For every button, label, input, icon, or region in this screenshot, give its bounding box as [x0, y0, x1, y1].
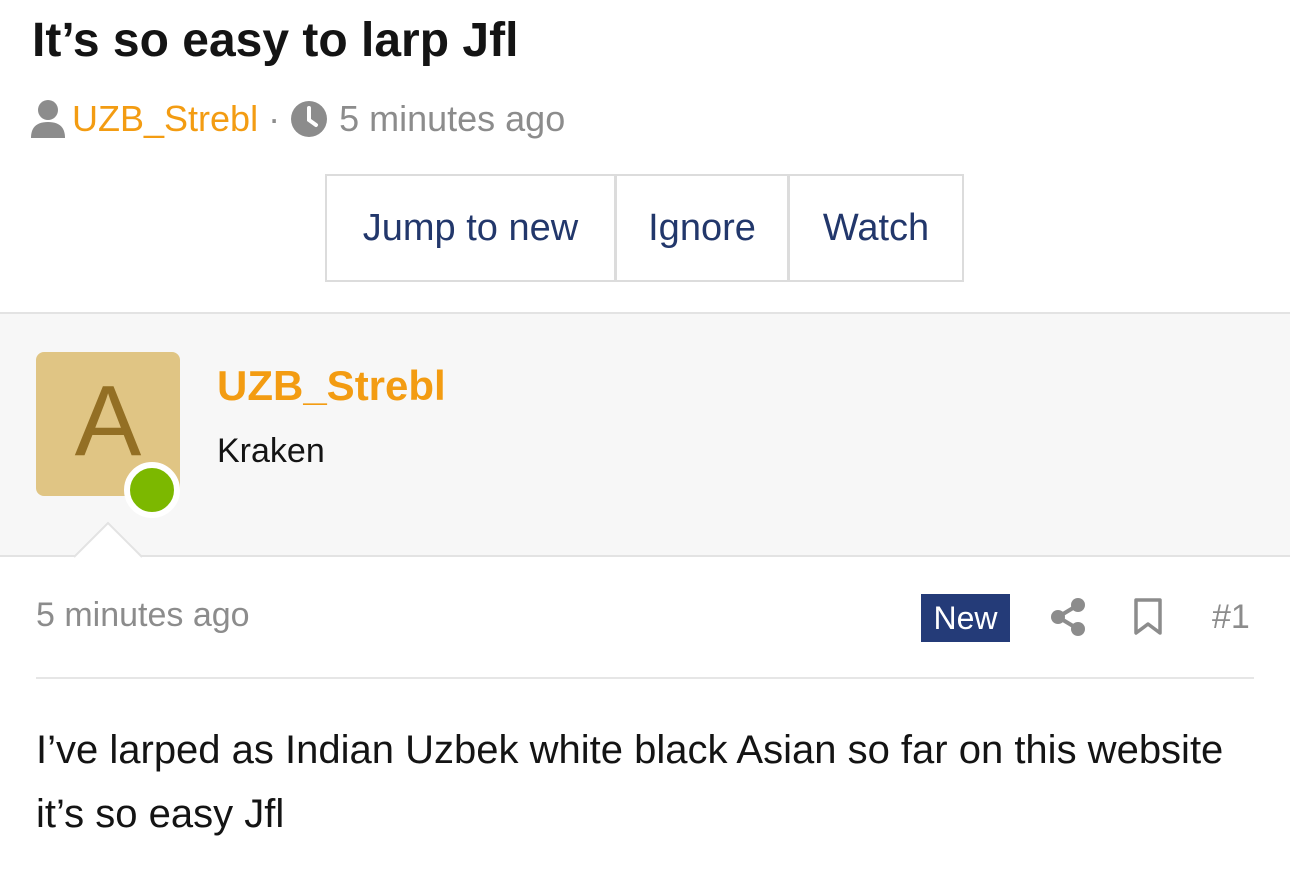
thread-page: It’s so easy to larp Jfl UZB_Strebl · 5 … — [0, 0, 1290, 880]
user-title: Kraken — [217, 432, 325, 470]
new-badge: New — [921, 594, 1010, 642]
post-time-link[interactable]: 5 minutes ago — [36, 596, 250, 635]
thread-author-link[interactable]: UZB_Strebl — [72, 98, 258, 140]
avatar-letter: A — [74, 365, 142, 477]
meta-separator: · — [268, 98, 281, 139]
thread-time: 5 minutes ago — [339, 98, 566, 139]
user-icon — [30, 99, 66, 139]
author-pointer-arrow — [74, 521, 143, 558]
share-icon[interactable] — [1050, 597, 1086, 642]
post-number-link[interactable]: #1 — [1212, 598, 1250, 637]
watch-button[interactable]: Watch — [790, 176, 962, 280]
thread-title: It’s so easy to larp Jfl — [32, 14, 519, 67]
jump-to-new-button[interactable]: Jump to new — [327, 176, 617, 280]
post-body: I’ve larped as Indian Uzbek white black … — [36, 728, 1224, 836]
clock-icon — [290, 100, 328, 138]
online-status-indicator — [124, 462, 180, 518]
thread-meta: UZB_Strebl · 5 minutes ago — [30, 96, 565, 142]
post-author-name[interactable]: UZB_Strebl — [217, 362, 446, 410]
ignore-button[interactable]: Ignore — [617, 176, 790, 280]
post-divider — [36, 677, 1254, 679]
bookmark-icon[interactable] — [1133, 597, 1163, 642]
thread-actions: Jump to new Ignore Watch — [325, 174, 964, 282]
post-author-panel: A UZB_Strebl Kraken — [0, 312, 1290, 557]
